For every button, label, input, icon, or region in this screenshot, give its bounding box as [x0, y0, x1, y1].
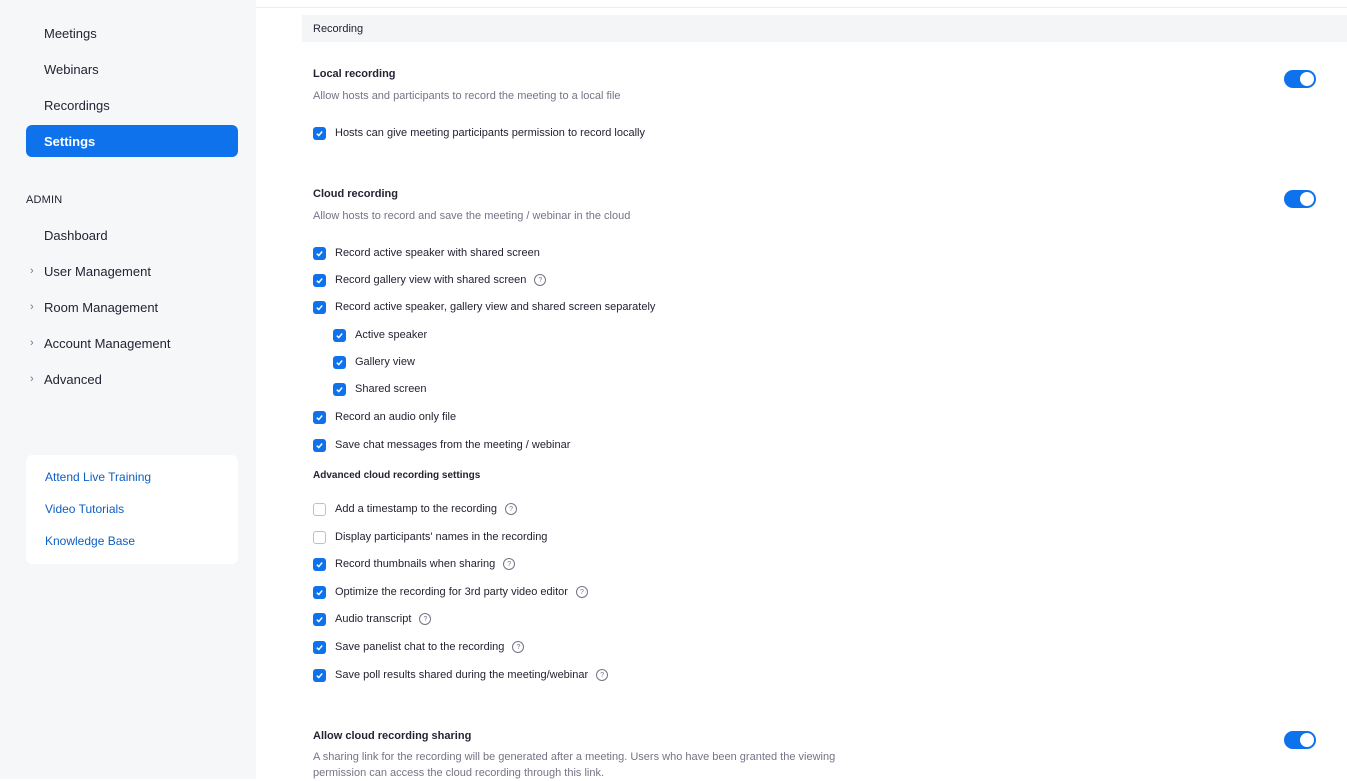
- checkbox-row: Record gallery view with shared screen ?: [313, 271, 547, 289]
- link-attend-live-training[interactable]: Attend Live Training: [45, 470, 151, 484]
- admin-section-label: ADMIN: [26, 194, 63, 206]
- admin-item-advanced[interactable]: › Advanced: [26, 365, 238, 393]
- local-recording-description: Allow hosts and participants to record t…: [313, 90, 621, 102]
- checkbox-label: Gallery view: [355, 356, 415, 368]
- cloud-recording-toggle[interactable]: [1284, 190, 1316, 208]
- help-icon[interactable]: ?: [419, 613, 432, 625]
- admin-item-label: Room Management: [44, 299, 159, 315]
- checkbox-row: Shared screen: [333, 380, 427, 398]
- checkbox-label: Active speaker: [355, 329, 428, 341]
- admin-item-label: User Management: [44, 263, 151, 279]
- nav-item-meetings[interactable]: Meetings: [26, 17, 238, 49]
- nav-item-recordings[interactable]: Recordings: [26, 89, 238, 121]
- checkbox-label: Record thumbnails when sharing: [335, 558, 496, 570]
- help-icon[interactable]: ?: [505, 503, 518, 515]
- cloud-sharing-description: A sharing link for the recording will be…: [313, 751, 836, 779]
- cloud-sharing-toggle[interactable]: [1284, 731, 1316, 749]
- sidebar: Meetings Webinars Recordings Settings AD…: [0, 0, 256, 779]
- checkbox-row: Record active speaker, gallery view and …: [313, 298, 655, 316]
- admin-item-room-management[interactable]: › Room Management: [26, 293, 238, 321]
- section-title: Recording: [313, 22, 364, 35]
- checkbox[interactable]: [313, 557, 326, 571]
- help-icon[interactable]: ?: [596, 669, 609, 681]
- admin-item-label: Advanced: [44, 371, 102, 387]
- cloud-sharing-title: Allow cloud recording sharing: [313, 730, 472, 742]
- checkbox[interactable]: [313, 273, 326, 287]
- checkbox-row: Record an audio only file: [313, 408, 456, 426]
- checkbox[interactable]: [333, 328, 346, 342]
- chevron-right-icon: ›: [30, 373, 34, 385]
- checkbox-row: Save panelist chat to the recording ?: [313, 638, 525, 656]
- checkbox-label: Shared screen: [355, 383, 427, 395]
- admin-item-account-management[interactable]: › Account Management: [26, 329, 238, 357]
- checkbox-label: Hosts can give meeting participants perm…: [335, 127, 645, 139]
- link-video-tutorials[interactable]: Video Tutorials: [45, 502, 124, 516]
- local-recording-title: Local recording: [313, 68, 396, 80]
- checkbox[interactable]: [313, 410, 326, 424]
- chevron-right-icon: ›: [30, 337, 34, 349]
- checkbox-label: Add a timestamp to the recording: [335, 503, 498, 515]
- checkbox-row: Gallery view: [333, 353, 415, 371]
- advanced-cloud-recording-heading: Advanced cloud recording settings: [313, 470, 481, 481]
- checkbox[interactable]: [313, 668, 326, 682]
- checkbox-label: Record gallery view with shared screen: [335, 274, 527, 286]
- admin-item-dashboard[interactable]: Dashboard: [26, 221, 238, 249]
- chevron-right-icon: ›: [30, 301, 34, 313]
- checkbox-label: Record active speaker, gallery view and …: [335, 301, 656, 313]
- checkbox[interactable]: [313, 502, 326, 516]
- checkbox-row: Save poll results shared during the meet…: [313, 666, 609, 684]
- checkbox-label: Record an audio only file: [335, 411, 457, 423]
- checkbox[interactable]: [313, 612, 326, 626]
- top-divider: [256, 7, 1347, 8]
- checkbox[interactable]: [313, 300, 326, 314]
- checkbox-label: Optimize the recording for 3rd party vid…: [335, 586, 568, 598]
- checkbox-label: Save poll results shared during the meet…: [335, 669, 589, 681]
- checkbox[interactable]: [313, 530, 326, 544]
- cloud-recording-description: Allow hosts to record and save the meeti…: [313, 210, 631, 222]
- checkbox-label: Record active speaker with shared screen: [335, 247, 540, 259]
- checkbox[interactable]: [313, 438, 326, 452]
- checkbox[interactable]: [333, 382, 346, 396]
- checkbox-row: Add a timestamp to the recording ?: [313, 500, 518, 518]
- help-icon[interactable]: ?: [534, 274, 547, 286]
- section-header-recording: Recording: [302, 15, 1347, 42]
- checkbox-label: Save chat messages from the meeting / we…: [335, 439, 571, 451]
- checkbox-row: Active speaker: [333, 326, 427, 344]
- local-recording-toggle[interactable]: [1284, 70, 1316, 88]
- checkbox-label: Save panelist chat to the recording: [335, 641, 505, 653]
- cloud-recording-title: Cloud recording: [313, 188, 398, 200]
- checkbox-row: Hosts can give meeting participants perm…: [313, 124, 645, 142]
- checkbox[interactable]: [333, 355, 346, 369]
- checkbox-row: Record thumbnails when sharing ?: [313, 555, 516, 573]
- nav-item-settings[interactable]: Settings: [26, 125, 238, 157]
- nav-item-webinars[interactable]: Webinars: [26, 53, 238, 85]
- help-icon[interactable]: ?: [575, 586, 588, 598]
- checkbox-label: Audio transcript: [335, 613, 412, 625]
- checkbox-label: Display participants' names in the recor…: [335, 531, 548, 543]
- checkbox-row: Record active speaker with shared screen: [313, 244, 540, 262]
- checkbox[interactable]: [313, 585, 326, 599]
- link-knowledge-base[interactable]: Knowledge Base: [45, 534, 135, 548]
- admin-item-label: Account Management: [44, 335, 171, 351]
- help-icon[interactable]: ?: [503, 558, 516, 570]
- checkbox[interactable]: [313, 640, 326, 654]
- checkbox-row: Display participants' names in the recor…: [313, 528, 547, 546]
- help-links-box: Attend Live Training Video Tutorials Kno…: [26, 455, 238, 564]
- checkbox[interactable]: [313, 126, 326, 140]
- help-icon[interactable]: ?: [512, 641, 525, 653]
- chevron-right-icon: ›: [30, 265, 34, 277]
- admin-item-label: Dashboard: [44, 227, 108, 243]
- checkbox-row: Audio transcript ?: [313, 610, 432, 628]
- checkbox[interactable]: [313, 246, 326, 260]
- admin-item-user-management[interactable]: › User Management: [26, 257, 238, 285]
- checkbox-row: Optimize the recording for 3rd party vid…: [313, 583, 588, 601]
- checkbox-row: Save chat messages from the meeting / we…: [313, 436, 570, 454]
